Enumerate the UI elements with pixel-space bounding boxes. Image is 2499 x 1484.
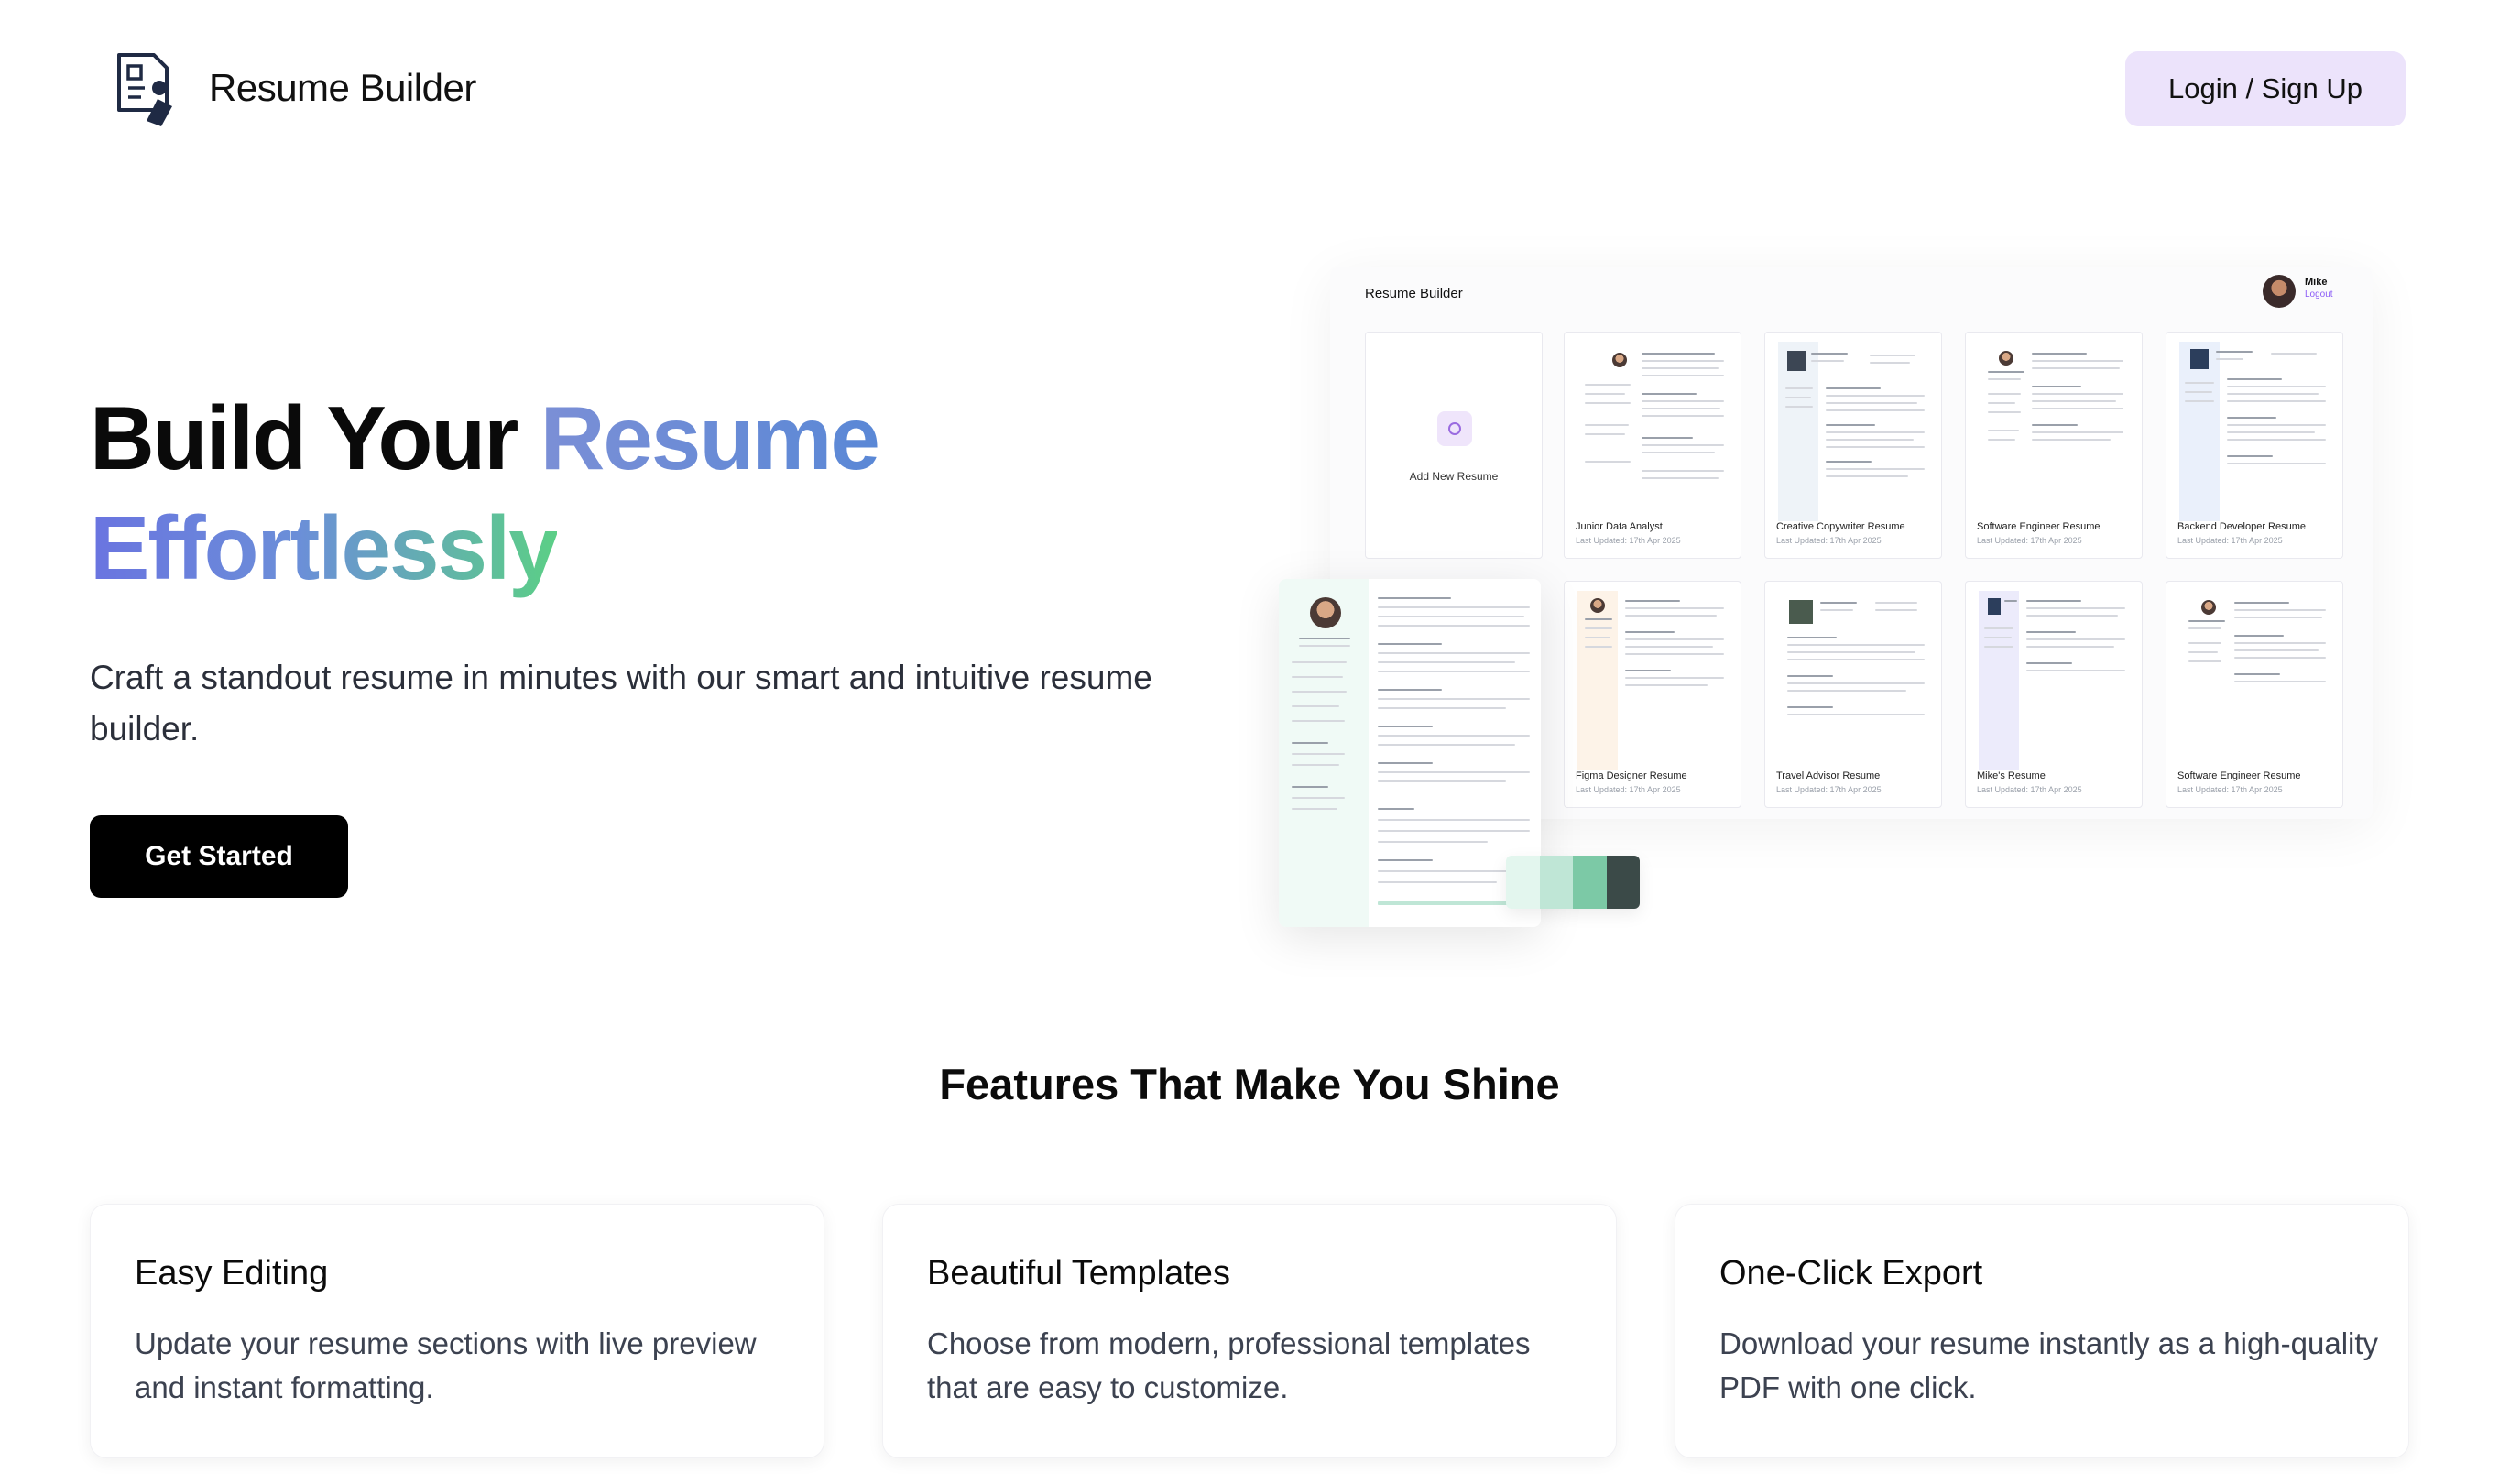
feature-title: Beautiful Templates (927, 1254, 1230, 1293)
add-new-resume-label: Add New Resume (1409, 470, 1499, 483)
resume-updated: Last Updated: 17th Apr 2025 (2177, 536, 2283, 545)
resume-card: Software Engineer Resume Last Updated: 1… (1965, 332, 2143, 559)
preview-user-name: Mike (2305, 277, 2328, 288)
hero-title-plain: Build Your (90, 387, 540, 488)
swatch-4 (1606, 856, 1640, 909)
resume-thumbnail (1577, 591, 1730, 770)
resume-updated: Last Updated: 17th Apr 2025 (1576, 785, 1681, 794)
brand-name[interactable]: Resume Builder (209, 66, 476, 110)
resume-card: Creative Copywriter Resume Last Updated:… (1764, 332, 1942, 559)
resume-thumbnail (1577, 342, 1730, 521)
resume-title: Junior Data Analyst (1576, 521, 1663, 532)
features-heading: Features That Make You Shine (939, 1060, 1560, 1108)
floating-resume-preview (1279, 579, 1541, 927)
resume-updated: Last Updated: 17th Apr 2025 (1576, 536, 1681, 545)
preview-brand: Resume Builder (1365, 286, 1463, 301)
resume-thumbnail (1778, 342, 1930, 521)
swatch-3 (1573, 856, 1607, 909)
resume-updated: Last Updated: 17th Apr 2025 (1977, 536, 2082, 545)
resume-card: Mike's Resume Last Updated: 17th Apr 202… (1965, 581, 2143, 808)
get-started-button[interactable]: Get Started (90, 815, 348, 898)
resume-thumbnail (1979, 342, 2131, 521)
login-signup-button[interactable]: Login / Sign Up (2125, 51, 2406, 126)
resume-updated: Last Updated: 17th Apr 2025 (1776, 536, 1882, 545)
resume-title: Travel Advisor Resume (1776, 770, 1881, 781)
hero-subtitle: Craft a standout resume in minutes with … (90, 659, 1152, 747)
hero-title-accent: Resume (540, 387, 880, 488)
top-navbar: Resume Builder Login / Sign Up (0, 0, 2499, 183)
resume-logo-icon[interactable] (114, 53, 174, 126)
hero-title: Build Your Resume Effortlessly (90, 383, 880, 603)
feature-title: One-Click Export (1719, 1254, 1983, 1293)
feature-title: Easy Editing (135, 1254, 329, 1293)
resume-card: Junior Data Analyst Last Updated: 17th A… (1564, 332, 1741, 559)
avatar (1310, 597, 1341, 628)
resume-title: Mike's Resume (1977, 770, 2046, 781)
resume-thumbnail (2179, 591, 2331, 770)
resume-title: Figma Designer Resume (1576, 770, 1687, 781)
swatch-2 (1539, 856, 1573, 909)
feature-card-beautiful-templates: Beautiful Templates Choose from modern, … (882, 1204, 1617, 1458)
resume-card: Travel Advisor Resume Last Updated: 17th… (1764, 581, 1942, 808)
color-swatches (1506, 856, 1640, 909)
resume-updated: Last Updated: 17th Apr 2025 (1977, 785, 2082, 794)
resume-thumbnail (1778, 591, 1930, 770)
add-new-resume-card: Add New Resume (1365, 332, 1543, 559)
feature-description: Download your resume instantly as a high… (1719, 1326, 2379, 1404)
resume-title: Software Engineer Resume (2177, 770, 2301, 781)
feature-description: Choose from modern, professional templat… (927, 1326, 1531, 1404)
hero-title-accent-2: Effortlessly (90, 497, 559, 598)
resume-thumbnail (2179, 342, 2331, 521)
resume-title: Creative Copywriter Resume (1776, 521, 1905, 532)
feature-card-easy-editing: Easy Editing Update your resume sections… (90, 1204, 824, 1458)
resume-card: Figma Designer Resume Last Updated: 17th… (1564, 581, 1741, 808)
add-circle-icon (1437, 411, 1472, 446)
resume-updated: Last Updated: 17th Apr 2025 (1776, 785, 1882, 794)
swatch-1 (1506, 856, 1540, 909)
resume-thumbnail (1979, 591, 2131, 770)
resume-title: Backend Developer Resume (2177, 521, 2307, 532)
resume-title: Software Engineer Resume (1977, 521, 2101, 532)
avatar (2263, 275, 2296, 308)
preview-logout-link: Logout (2305, 289, 2333, 300)
feature-card-one-click-export: One-Click Export Download your resume in… (1675, 1204, 2409, 1458)
preview-header: Resume Builder Mike Logout (1330, 267, 2373, 313)
resume-card: Software Engineer Resume Last Updated: 1… (2166, 581, 2343, 808)
resume-updated: Last Updated: 17th Apr 2025 (2177, 785, 2283, 794)
feature-description: Update your resume sections with live pr… (135, 1326, 757, 1404)
resume-card: Backend Developer Resume Last Updated: 1… (2166, 332, 2343, 559)
